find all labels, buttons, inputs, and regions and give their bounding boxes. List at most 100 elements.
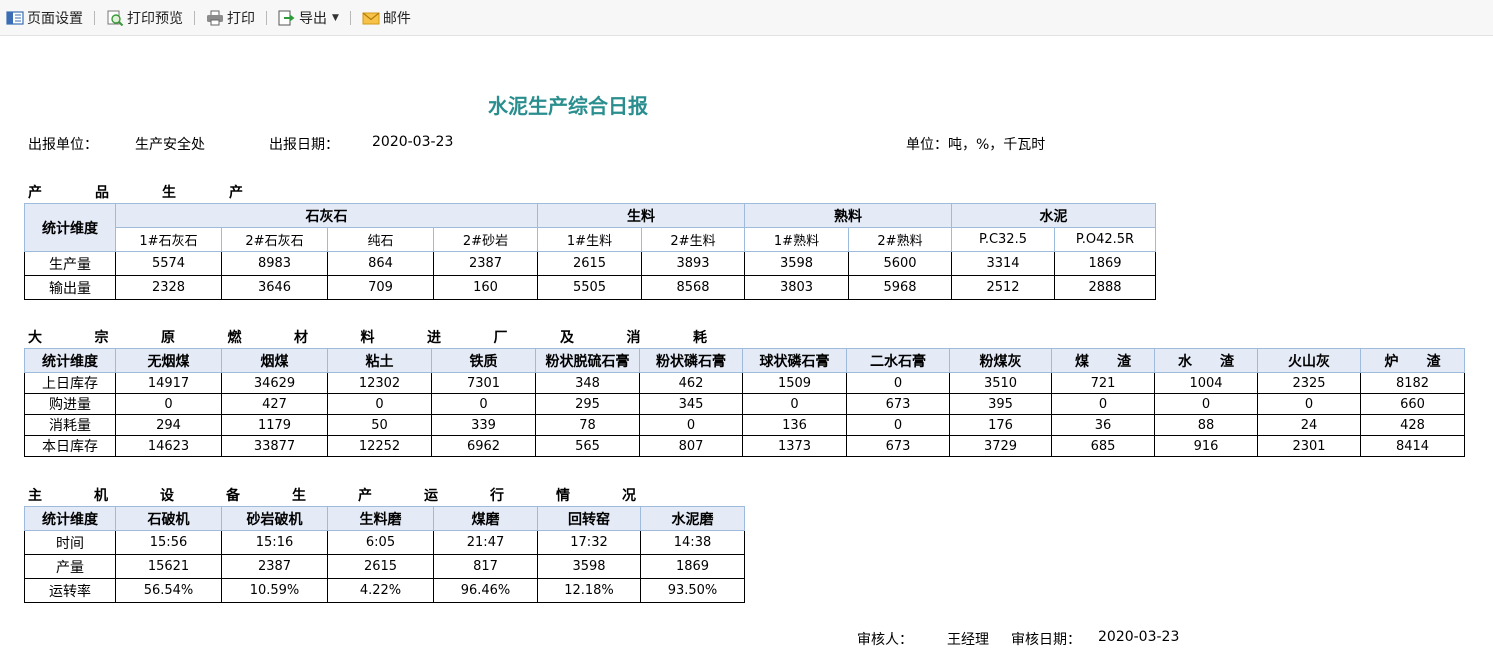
table-cell: 2328 bbox=[115, 275, 222, 300]
section-title-char: 生 bbox=[162, 185, 176, 201]
table-header-row: 统计维度 石破机 砂岩破机 生料磨 煤磨 回转窑 水泥磨 bbox=[24, 506, 745, 531]
printer-icon bbox=[206, 10, 224, 26]
section-title-char: 运 bbox=[424, 488, 438, 504]
dimension-header: 统计维度 bbox=[24, 348, 116, 373]
section-title-char: 机 bbox=[94, 488, 108, 504]
table-cell: 807 bbox=[639, 435, 743, 457]
table-cell: 2615 bbox=[537, 251, 642, 276]
table-cell: 673 bbox=[846, 393, 950, 415]
table-cell: 3893 bbox=[641, 251, 745, 276]
table-cell: 3646 bbox=[221, 275, 328, 300]
review-date-value: 2020-03-23 bbox=[1098, 629, 1180, 645]
table-cell: 1869 bbox=[1054, 251, 1156, 276]
subheader-cell: 2#生料 bbox=[641, 227, 745, 252]
table-cell: 1004 bbox=[1154, 372, 1258, 394]
page-setup-button[interactable]: 页面设置 bbox=[4, 7, 85, 29]
table-cell: 0 bbox=[115, 393, 222, 415]
column-header: 粘土 bbox=[327, 348, 432, 373]
table-cell: 14:38 bbox=[640, 530, 745, 555]
section-title-char: 情 bbox=[556, 488, 570, 504]
table-cell: 1373 bbox=[742, 435, 847, 457]
table-cell: 50 bbox=[327, 414, 432, 436]
row-label: 产量 bbox=[24, 554, 116, 579]
table-cell: 2615 bbox=[327, 554, 434, 579]
equipment-section-title: 主机设备生产运行情况 bbox=[28, 485, 688, 505]
table-cell: 8983 bbox=[221, 251, 328, 276]
table-cell: 136 bbox=[742, 414, 847, 436]
group-header: 熟料 bbox=[744, 203, 952, 228]
column-header: 二水石膏 bbox=[846, 348, 950, 373]
toolbar-separator bbox=[194, 10, 195, 25]
table-cell: 339 bbox=[431, 414, 536, 436]
reviewer-value: 王经理 bbox=[947, 632, 989, 648]
product-section-title: 产品生产 bbox=[28, 182, 296, 202]
units-note: 单位：吨，%，千瓦时 bbox=[906, 137, 1046, 153]
equipment-table: 统计维度 石破机 砂岩破机 生料磨 煤磨 回转窑 水泥磨 时间 15:56 15:16 6:05 21… bbox=[24, 506, 745, 603]
table-cell: 0 bbox=[1257, 393, 1361, 415]
unit-value: 生产安全处 bbox=[135, 137, 205, 153]
row-label: 运转率 bbox=[24, 578, 116, 603]
subheader-cell: 1#生料 bbox=[537, 227, 642, 252]
table-cell: 345 bbox=[639, 393, 743, 415]
table-cell: 6:05 bbox=[327, 530, 434, 555]
section-title-char: 耗 bbox=[693, 330, 707, 346]
table-cell: 15:16 bbox=[221, 530, 328, 555]
date-label: 出报日期： bbox=[269, 137, 339, 153]
toolbar-separator bbox=[266, 10, 267, 25]
table-cell: 8182 bbox=[1360, 372, 1465, 394]
section-title-char: 消 bbox=[626, 330, 641, 346]
table-cell: 5600 bbox=[848, 251, 952, 276]
section-title-char: 进 bbox=[427, 330, 441, 346]
table-cell: 34629 bbox=[221, 372, 328, 394]
table-cell: 33877 bbox=[221, 435, 328, 457]
table-cell: 0 bbox=[1154, 393, 1258, 415]
table-cell: 2512 bbox=[951, 275, 1055, 300]
row-label: 购进量 bbox=[24, 393, 116, 415]
table-row: 运转率 56.54% 10.59% 4.22% 96.46% 12.18% 93.50% bbox=[24, 578, 745, 603]
column-header: 煤 渣 bbox=[1051, 348, 1155, 373]
group-header: 水泥 bbox=[951, 203, 1156, 228]
print-button[interactable]: 打印 bbox=[204, 7, 257, 29]
section-title-char: 产 bbox=[358, 488, 372, 504]
column-header: 烟煤 bbox=[221, 348, 328, 373]
export-button[interactable]: 导出 ▼ bbox=[276, 7, 341, 29]
section-title-char: 材 bbox=[294, 330, 308, 346]
table-cell: 295 bbox=[535, 393, 640, 415]
section-title-char: 生 bbox=[292, 488, 306, 504]
table-cell: 1179 bbox=[221, 414, 328, 436]
column-header: 石破机 bbox=[115, 506, 222, 531]
table-row: 时间 15:56 15:16 6:05 21:47 17:32 14:38 bbox=[24, 530, 745, 555]
table-cell: 5505 bbox=[537, 275, 642, 300]
column-header: 生料磨 bbox=[327, 506, 434, 531]
subheader-cell: P.O42.5R bbox=[1054, 227, 1156, 252]
column-header: 粉状脱硫石膏 bbox=[535, 348, 640, 373]
table-cell: 1509 bbox=[742, 372, 847, 394]
row-label: 上日库存 bbox=[24, 372, 116, 394]
table-cell: 14623 bbox=[115, 435, 222, 457]
table-cell: 685 bbox=[1051, 435, 1155, 457]
print-label: 打印 bbox=[227, 10, 255, 27]
section-title-char: 况 bbox=[622, 488, 636, 504]
table-cell: 2387 bbox=[221, 554, 328, 579]
group-header: 生料 bbox=[537, 203, 745, 228]
dimension-header: 统计维度 bbox=[24, 203, 116, 252]
group-header: 石灰石 bbox=[115, 203, 538, 228]
table-cell: 6962 bbox=[431, 435, 536, 457]
subheader-cell: P.C32.5 bbox=[951, 227, 1055, 252]
section-title-char: 产 bbox=[28, 185, 42, 201]
subheader-cell: 1#石灰石 bbox=[115, 227, 222, 252]
table-cell: 427 bbox=[221, 393, 328, 415]
print-preview-button[interactable]: 打印预览 bbox=[104, 7, 185, 29]
table-cell: 2888 bbox=[1054, 275, 1156, 300]
mail-button[interactable]: 邮件 bbox=[360, 7, 413, 29]
section-title-char: 宗 bbox=[94, 330, 109, 346]
table-cell: 709 bbox=[327, 275, 434, 300]
table-cell: 2325 bbox=[1257, 372, 1361, 394]
subheader-cell: 2#熟料 bbox=[848, 227, 952, 252]
column-header: 炉 渣 bbox=[1360, 348, 1465, 373]
table-subheader-row: 1#石灰石 2#石灰石 纯石 2#砂岩 1#生料 2#生料 1#熟料 2#熟料 P.C32.5 P… bbox=[25, 227, 1156, 252]
table-cell: 864 bbox=[327, 251, 434, 276]
subheader-cell: 1#熟料 bbox=[744, 227, 849, 252]
table-row: 产量 15621 2387 2615 817 3598 1869 bbox=[24, 554, 745, 579]
section-title-char: 原 bbox=[161, 330, 175, 346]
